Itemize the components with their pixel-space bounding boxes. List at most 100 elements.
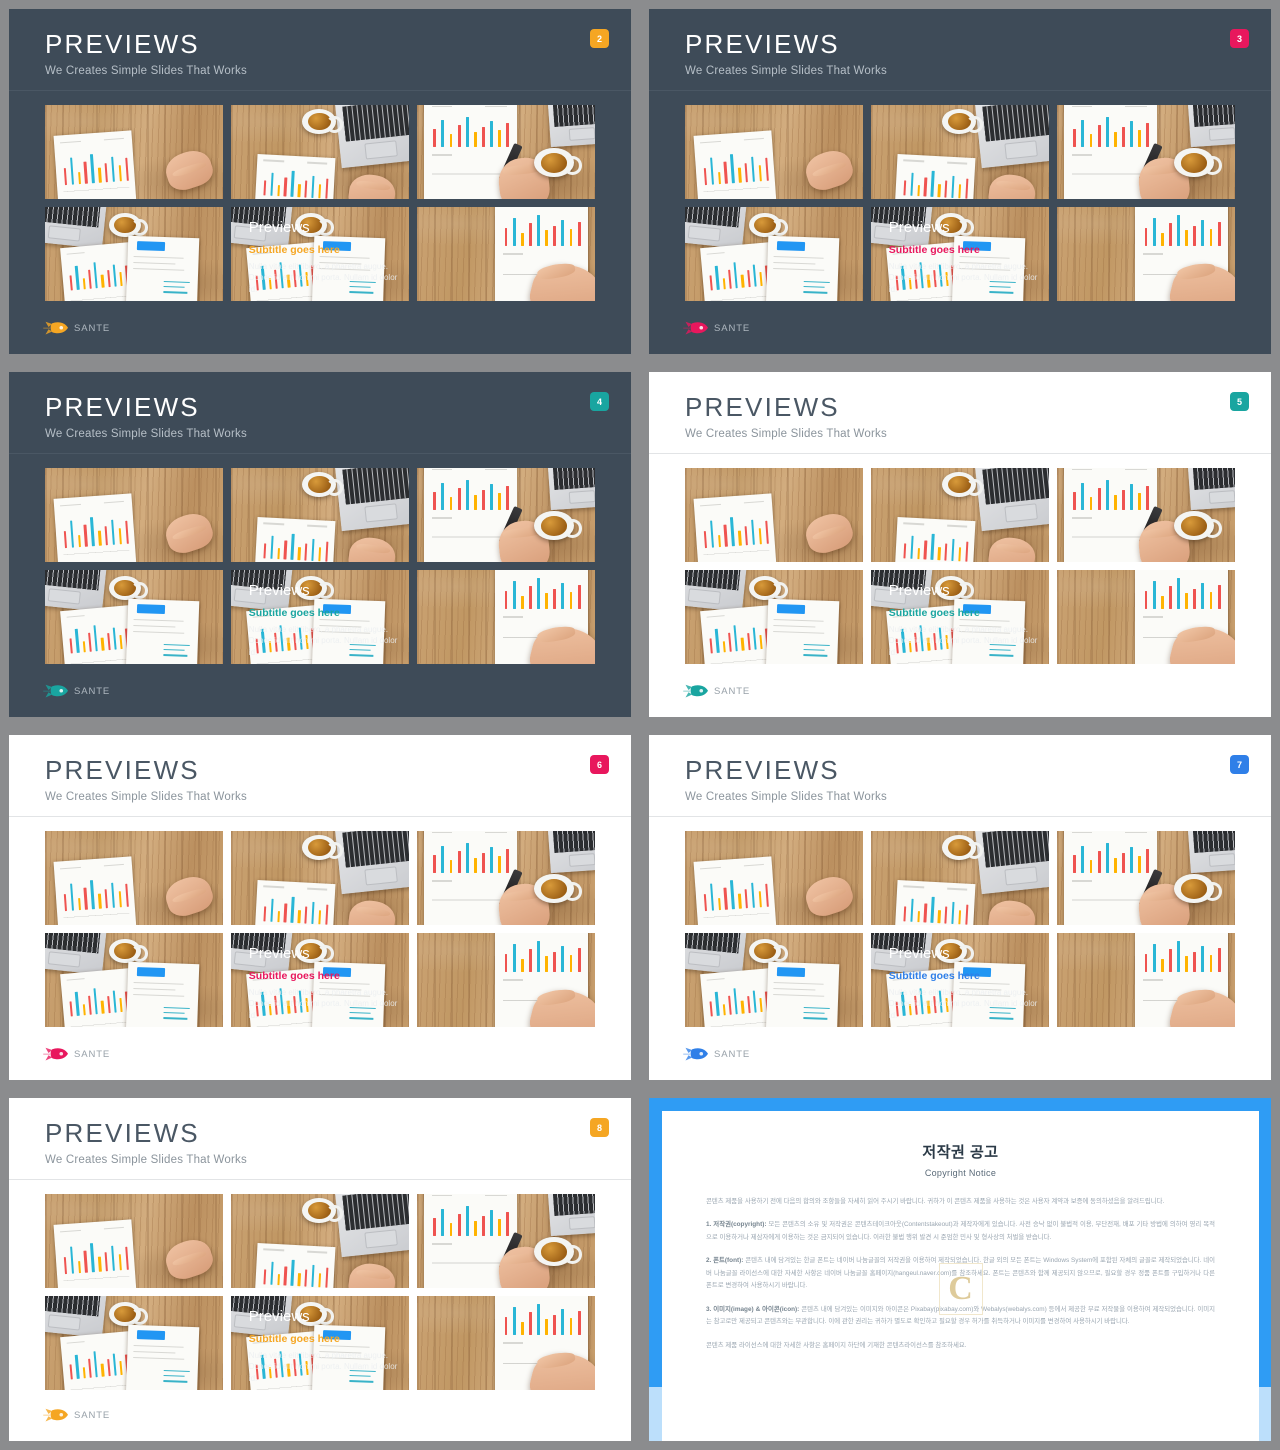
laptop bbox=[974, 831, 1049, 894]
preview-thumb[interactable] bbox=[871, 105, 1049, 199]
preview-thumb[interactable] bbox=[45, 105, 223, 199]
preview-thumb[interactable] bbox=[1057, 570, 1235, 664]
report-paper bbox=[125, 961, 200, 1027]
preview-thumb[interactable] bbox=[685, 831, 863, 925]
slide-number-badge: 5 bbox=[1230, 392, 1249, 411]
preview-thumb-overlay[interactable]: Previews Subtitle goes here Nulla vitae … bbox=[231, 207, 409, 301]
overlay-text-block: Previews Subtitle goes here Nulla vitae … bbox=[249, 583, 399, 658]
slide-8[interactable]: PREVIEWS We Creates Simple Slides That W… bbox=[0, 1089, 640, 1450]
overlay-subtitle: Subtitle goes here bbox=[888, 243, 980, 256]
preview-thumb[interactable] bbox=[871, 831, 1049, 925]
preview-thumb[interactable] bbox=[685, 933, 863, 1027]
rocket-icon bbox=[683, 1047, 708, 1061]
preview-thumb[interactable] bbox=[1057, 831, 1235, 925]
thumbnail-grid: Previews Subtitle goes here Nulla vitae … bbox=[649, 817, 1271, 1027]
page-subtitle: We Creates Simple Slides That Works bbox=[685, 65, 887, 77]
preview-thumb[interactable] bbox=[685, 207, 863, 301]
slide-5[interactable]: PREVIEWS We Creates Simple Slides That W… bbox=[640, 363, 1280, 726]
preview-thumb[interactable] bbox=[417, 105, 595, 199]
preview-thumb-overlay[interactable]: Previews Subtitle goes here Nulla vitae … bbox=[871, 933, 1049, 1027]
preview-thumb[interactable] bbox=[45, 1296, 223, 1390]
preview-thumb[interactable] bbox=[231, 468, 409, 562]
slide-4[interactable]: PREVIEWS We Creates Simple Slides That W… bbox=[0, 363, 640, 726]
page-subtitle: We Creates Simple Slides That Works bbox=[45, 65, 247, 77]
preview-thumb[interactable] bbox=[231, 105, 409, 199]
preview-thumb[interactable] bbox=[45, 468, 223, 562]
laptop bbox=[546, 105, 595, 147]
slide-copyright-notice[interactable]: 저작권 공고 Copyright Notice 콘텐츠 제품을 사용하기 전에 … bbox=[640, 1089, 1280, 1450]
preview-thumb[interactable] bbox=[417, 1296, 595, 1390]
preview-thumb[interactable] bbox=[685, 105, 863, 199]
preview-thumb[interactable] bbox=[1057, 933, 1235, 1027]
preview-thumb[interactable] bbox=[417, 468, 595, 562]
laptop bbox=[685, 207, 749, 249]
laptop bbox=[685, 570, 749, 612]
copyright-watermark-icon: C bbox=[938, 1263, 983, 1316]
preview-thumb[interactable] bbox=[417, 831, 595, 925]
laptop bbox=[546, 831, 595, 873]
preview-thumb[interactable] bbox=[45, 1194, 223, 1288]
preview-thumb[interactable] bbox=[231, 831, 409, 925]
preview-thumb[interactable] bbox=[45, 933, 223, 1027]
preview-thumb[interactable] bbox=[685, 468, 863, 562]
preview-thumb[interactable] bbox=[417, 207, 595, 301]
preview-thumb[interactable] bbox=[417, 1194, 595, 1288]
preview-thumb-overlay[interactable]: Previews Subtitle goes here Nulla vitae … bbox=[231, 1296, 409, 1390]
preview-thumb[interactable] bbox=[1057, 105, 1235, 199]
slide-7[interactable]: PREVIEWS We Creates Simple Slides That W… bbox=[640, 726, 1280, 1089]
thumbnail-grid: Previews Subtitle goes here Nulla vitae … bbox=[649, 454, 1271, 664]
laptop bbox=[45, 933, 109, 975]
brand-name: SANTE bbox=[74, 323, 111, 334]
bar-chart-paper bbox=[59, 967, 137, 1027]
coffee-cup bbox=[942, 108, 984, 135]
laptop bbox=[45, 207, 109, 249]
brand-footer: SANTE bbox=[43, 1408, 110, 1423]
slide-2[interactable]: PREVIEWS We Creates Simple Slides That W… bbox=[0, 0, 640, 363]
laptop bbox=[546, 1194, 595, 1236]
brand-name: SANTE bbox=[714, 323, 751, 334]
slide-6[interactable]: PREVIEWS We Creates Simple Slides That W… bbox=[0, 726, 640, 1089]
bar-chart-paper bbox=[254, 516, 336, 562]
preview-thumb[interactable] bbox=[45, 831, 223, 925]
rocket-icon bbox=[43, 321, 68, 335]
thumbnail-grid: Previews Subtitle goes here Nulla vitae … bbox=[9, 1180, 631, 1390]
overlay-body: Nulla vitae elit libero, a pharetra augu… bbox=[888, 987, 1038, 1020]
preview-thumb[interactable] bbox=[231, 1194, 409, 1288]
slide-header: PREVIEWS We Creates Simple Slides That W… bbox=[9, 1098, 631, 1180]
overlay-title: Previews bbox=[248, 582, 310, 600]
brand-footer: SANTE bbox=[683, 684, 750, 699]
preview-thumb-overlay[interactable]: Previews Subtitle goes here Nulla vitae … bbox=[231, 570, 409, 664]
coffee-cup bbox=[534, 148, 583, 178]
report-paper bbox=[125, 598, 200, 664]
rocket-icon bbox=[43, 1047, 68, 1061]
preview-thumb-overlay[interactable]: Previews Subtitle goes here Nulla vitae … bbox=[871, 207, 1049, 301]
preview-thumb[interactable] bbox=[417, 570, 595, 664]
page-subtitle: We Creates Simple Slides That Works bbox=[685, 791, 887, 803]
preview-thumb[interactable] bbox=[45, 570, 223, 664]
preview-thumb[interactable] bbox=[45, 207, 223, 301]
page-title: PREVIEWS bbox=[45, 1118, 200, 1148]
overlay-title: Previews bbox=[248, 945, 310, 963]
report-paper bbox=[765, 961, 840, 1027]
preview-thumb[interactable] bbox=[417, 933, 595, 1027]
laptop bbox=[974, 105, 1049, 168]
laptop bbox=[1186, 831, 1235, 873]
preview-thumb[interactable] bbox=[871, 468, 1049, 562]
preview-thumb[interactable] bbox=[1057, 468, 1235, 562]
bar-chart-paper bbox=[53, 493, 137, 562]
coffee-cup bbox=[1174, 874, 1223, 904]
preview-thumb[interactable] bbox=[685, 570, 863, 664]
slide-number-badge: 8 bbox=[590, 1118, 609, 1137]
overlay-title: Previews bbox=[248, 1308, 310, 1326]
coffee-cup bbox=[302, 471, 344, 498]
preview-thumb-overlay[interactable]: Previews Subtitle goes here Nulla vitae … bbox=[871, 570, 1049, 664]
overlay-subtitle: Subtitle goes here bbox=[248, 1332, 340, 1345]
overlay-title: Previews bbox=[248, 219, 310, 237]
slide-3[interactable]: PREVIEWS We Creates Simple Slides That W… bbox=[640, 0, 1280, 363]
preview-thumb-overlay[interactable]: Previews Subtitle goes here Nulla vitae … bbox=[231, 933, 409, 1027]
coffee-cup bbox=[534, 874, 583, 904]
page-title: PREVIEWS bbox=[45, 755, 200, 785]
slide-number-badge: 4 bbox=[590, 392, 609, 411]
coffee-cup bbox=[109, 575, 149, 601]
preview-thumb[interactable] bbox=[1057, 207, 1235, 301]
